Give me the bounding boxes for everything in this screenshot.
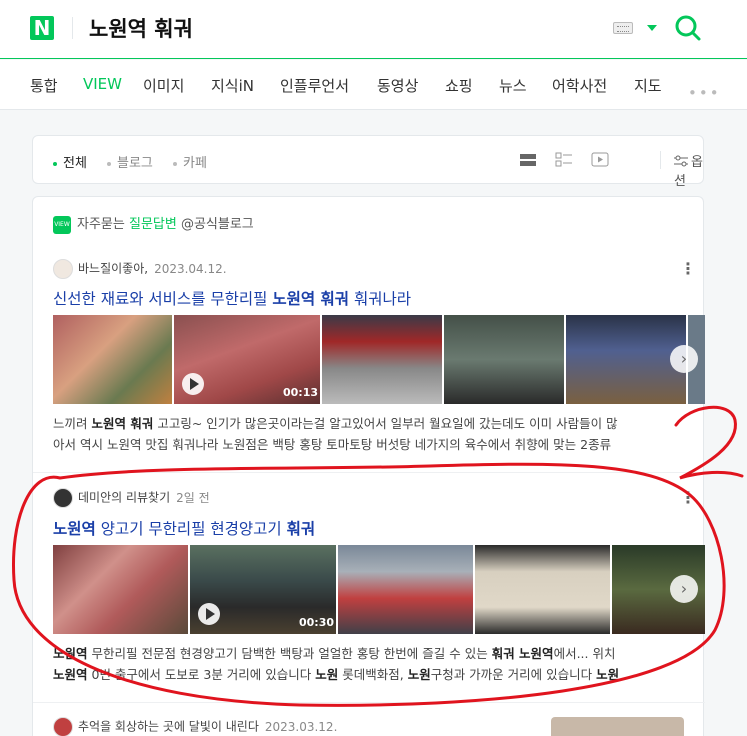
- tab-shopping[interactable]: 쇼핑: [445, 75, 473, 96]
- video-view-icon[interactable]: [591, 152, 609, 168]
- play-icon: [198, 603, 220, 625]
- thumbnail-image[interactable]: [338, 545, 473, 634]
- filter-cafe[interactable]: 카페: [173, 152, 207, 171]
- search-tabs: 통합 VIEW 이미지 지식iN 인플루언서 동영상 쇼핑 뉴스 어학사전 지도…: [0, 60, 747, 110]
- avatar: [53, 717, 73, 736]
- tab-news[interactable]: 뉴스: [499, 75, 527, 96]
- options-button[interactable]: 옵션: [674, 151, 703, 189]
- filter-blog[interactable]: 블로그: [107, 152, 153, 171]
- more-options-icon[interactable]: ⋮: [680, 490, 696, 506]
- thumbnail-view-icon[interactable]: [555, 152, 573, 168]
- next-arrow-icon[interactable]: ›: [670, 345, 698, 373]
- play-icon: [182, 373, 204, 395]
- more-tabs-icon[interactable]: •••: [688, 84, 721, 102]
- thumbnail-image[interactable]: [444, 315, 564, 404]
- options-icon: [674, 155, 688, 167]
- result-author[interactable]: 데미안의 리뷰찾기 2일 전: [53, 488, 210, 508]
- tab-view[interactable]: VIEW: [83, 75, 122, 93]
- avatar: [53, 259, 73, 279]
- thumbnail-image[interactable]: [475, 545, 610, 634]
- result-divider: [33, 472, 705, 473]
- result-author[interactable]: 바느질이좋아, 2023.04.12.: [53, 259, 227, 279]
- result-title[interactable]: 노원역 양고기 무한리필 현경양고기 훠궈: [53, 517, 315, 539]
- naver-logo[interactable]: N: [30, 16, 54, 40]
- search-icon[interactable]: [674, 14, 702, 42]
- header-bar: N 노원역 훠궈: [0, 0, 747, 59]
- tab-map[interactable]: 지도: [634, 75, 662, 96]
- filter-dot-icon: [53, 161, 57, 166]
- filter-dot-icon: [173, 161, 177, 166]
- thumbnail-image[interactable]: [53, 545, 188, 634]
- search-query[interactable]: 노원역 훠궈: [89, 13, 193, 43]
- tab-all[interactable]: 통합: [30, 75, 58, 96]
- filter-divider: [660, 151, 661, 169]
- tab-video[interactable]: 동영상: [377, 75, 418, 96]
- thumbnail-image[interactable]: [322, 315, 442, 404]
- keyboard-icon[interactable]: [613, 22, 633, 34]
- thumbnail-image[interactable]: [566, 315, 686, 404]
- header-divider: [72, 17, 73, 39]
- view-badge-icon: VIEW: [53, 215, 71, 234]
- video-thumbnail[interactable]: 00:30: [190, 545, 336, 634]
- tab-kin[interactable]: 지식iN: [211, 75, 254, 96]
- avatar: [53, 488, 73, 508]
- view-results: VIEW 자주묻는 질문답변 @공식블로그 바느질이좋아, 2023.04.12. …: [32, 196, 705, 736]
- thumbnail-image[interactable]: [551, 717, 684, 736]
- view-filter-bar: 전체 블로그 카페 옵션: [32, 135, 704, 189]
- tab-images[interactable]: 이미지: [143, 75, 184, 96]
- result-snippet: 느끼려 노원역 훠궈 고고링~ 인기가 많은곳이라는걸 알고있어서 일부러 월요…: [53, 416, 618, 452]
- faq-banner[interactable]: VIEW 자주묻는 질문답변 @공식블로그: [53, 213, 254, 234]
- tab-influencer[interactable]: 인플루언서: [280, 75, 349, 96]
- result-snippet: 노원역 무한리필 전문점 현경양고기 담백한 백탕과 얼얼한 홍탕 한번에 즐길…: [53, 646, 620, 682]
- list-view-icon[interactable]: [519, 152, 537, 168]
- filter-all[interactable]: 전체: [53, 152, 87, 171]
- next-arrow-icon[interactable]: ›: [670, 575, 698, 603]
- result-author[interactable]: 추억을 회상하는 곳에 달빛이 내린다 2023.03.12.: [53, 717, 337, 736]
- video-duration: 00:13: [283, 386, 319, 399]
- tab-dictionary[interactable]: 어학사전: [552, 75, 607, 96]
- thumbnail-image[interactable]: [53, 315, 172, 404]
- video-thumbnail[interactable]: 00:13: [174, 315, 320, 404]
- filter-dot-icon: [107, 161, 111, 166]
- chevron-down-icon[interactable]: [647, 25, 657, 31]
- video-duration: 00:30: [299, 616, 335, 629]
- more-options-icon[interactable]: ⋮: [680, 261, 696, 277]
- result-divider: [33, 702, 705, 703]
- result-title[interactable]: 신선한 재료와 서비스를 무한리필 노원역 훠궈 훠궈나라: [53, 287, 411, 309]
